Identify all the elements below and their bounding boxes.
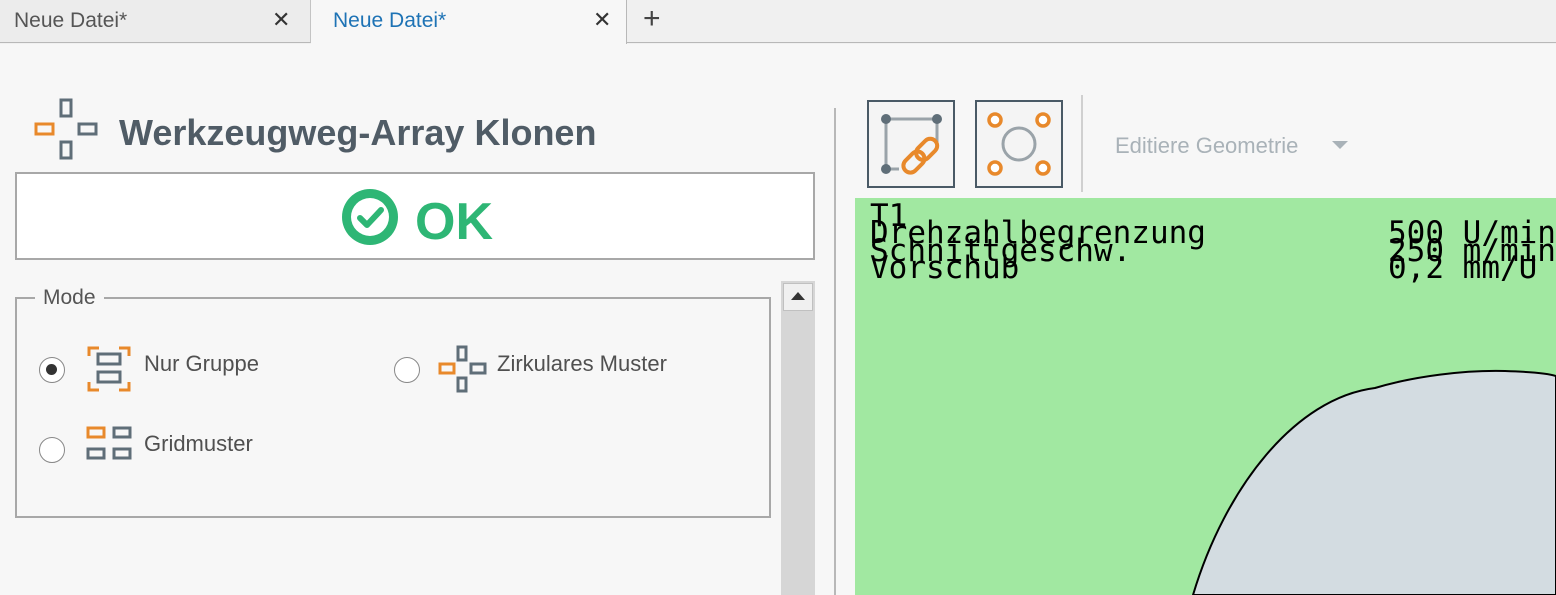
mode-option-gridmuster[interactable]: Gridmuster	[39, 426, 299, 487]
param-value: 0,2 mm/U	[1388, 250, 1538, 286]
mode-option-zirkulares-muster[interactable]: Zirkulares Muster	[394, 345, 724, 407]
mode-option-nur-gruppe[interactable]: Nur Gruppe	[39, 346, 299, 407]
close-icon[interactable]: ✕	[593, 8, 611, 32]
tab-neue-datei-1[interactable]: Neue Datei* ✕	[0, 0, 311, 43]
tab-bar: Neue Datei* ✕ Neue Datei* ✕ +	[0, 0, 1556, 44]
radio-dot	[46, 364, 57, 375]
circle-points-button[interactable]	[975, 100, 1063, 188]
param-name: Vorschub	[870, 250, 1020, 286]
circular-pattern-icon	[438, 345, 487, 393]
tab-label: Neue Datei*	[333, 9, 447, 32]
panel-title: Werkzeugweg-Array Klonen	[119, 112, 597, 153]
option-label: Zirkulares Muster	[497, 351, 667, 376]
link-geometry-button[interactable]	[867, 100, 955, 188]
scroll-up-arrow-icon[interactable]	[783, 283, 813, 311]
tab-label: Neue Datei*	[14, 9, 128, 32]
chevron-down-icon[interactable]	[1332, 141, 1348, 149]
link-geometry-icon	[881, 114, 942, 175]
mode-group: Mode Nur Gruppe Zirkulares Muster Gridmu…	[15, 286, 771, 518]
ok-label: OK	[415, 193, 493, 251]
toolbar-separator	[1081, 95, 1083, 192]
circle-points-icon	[987, 112, 1051, 176]
ok-button[interactable]: OK	[15, 172, 815, 260]
radio-button[interactable]	[394, 357, 420, 383]
grid-pattern-icon	[86, 426, 132, 460]
check-circle-icon	[342, 189, 398, 245]
tab-bar-border	[626, 42, 1556, 43]
edit-geometry-dropdown[interactable]: Editiere Geometrie	[1115, 133, 1298, 159]
panel-scrollbar[interactable]	[781, 281, 815, 595]
panel-divider[interactable]	[834, 108, 836, 595]
option-label: Gridmuster	[144, 431, 253, 456]
cam-viewport[interactable]: T1 Drehzahlbegrenzung 500 U/min Schnittg…	[855, 198, 1556, 595]
option-label: Nur Gruppe	[144, 351, 259, 376]
radio-button-selected[interactable]	[39, 357, 65, 383]
add-tab-icon[interactable]: +	[643, 3, 661, 35]
group-icon	[87, 346, 131, 392]
radio-button[interactable]	[39, 437, 65, 463]
array-clone-icon	[34, 98, 98, 160]
tab-neue-datei-2-active[interactable]: Neue Datei* ✕	[311, 0, 627, 44]
mode-legend: Mode	[35, 286, 104, 310]
close-icon[interactable]: ✕	[272, 8, 290, 32]
